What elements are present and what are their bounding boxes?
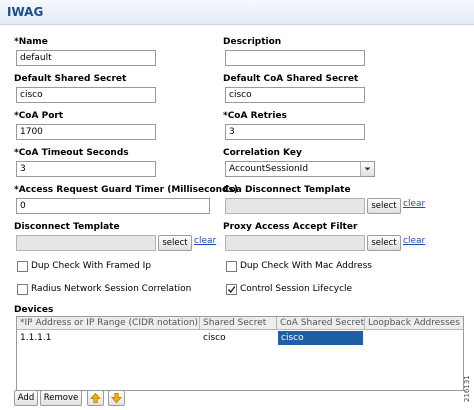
access-request-guard-timer-label: *Access Request Guard Timer (Millisecond… <box>14 185 238 195</box>
coa-retries-label: *CoA Retries <box>223 111 287 121</box>
checkmark-icon <box>227 286 236 294</box>
coa-disconnect-template-input <box>225 198 365 214</box>
default-shared-secret-input[interactable]: cisco <box>16 87 156 103</box>
coa-port-input[interactable]: 1700 <box>16 124 156 140</box>
disconnect-clear-link[interactable]: clear <box>194 236 216 246</box>
coa-retries-input[interactable]: 3 <box>225 124 365 140</box>
default-coa-shared-secret-input[interactable]: cisco <box>225 87 365 103</box>
name-label: *Name <box>14 37 48 47</box>
cell-ip-address[interactable]: 1.1.1.1 <box>17 331 200 345</box>
figure-id: 216131 <box>463 375 471 402</box>
devices-table[interactable]: *IP Address or IP Range (CIDR notation) … <box>16 316 464 391</box>
correlation-key-select[interactable]: AccountSessionId <box>225 161 375 177</box>
dropdown-arrow[interactable] <box>360 162 374 176</box>
column-header-loopback-addresses[interactable]: Loopback Addresses <box>365 317 463 330</box>
default-coa-shared-secret-label: Default CoA Shared Secret <box>223 74 359 84</box>
name-input[interactable]: default <box>16 50 156 66</box>
remove-device-button[interactable]: Remove <box>40 390 82 406</box>
column-header-ip-address[interactable]: *IP Address or IP Range (CIDR notation) <box>17 317 200 330</box>
control-session-lifecycle-label: Control Session Lifecycle <box>240 284 353 294</box>
devices-label: Devices <box>14 305 54 315</box>
dup-check-framed-ip-label: Dup Check With Framed Ip <box>31 261 152 271</box>
column-header-shared-secret[interactable]: Shared Secret <box>200 317 277 330</box>
panel-title: IWAG <box>7 5 44 19</box>
access-request-guard-timer-input[interactable]: 0 <box>16 198 210 214</box>
proxy-access-accept-filter-label: Proxy Access Accept Filter <box>223 222 358 232</box>
move-up-button[interactable] <box>87 390 104 406</box>
correlation-key-value: AccountSessionId <box>229 164 309 174</box>
cell-loopback-addresses[interactable] <box>365 331 463 345</box>
add-device-button[interactable]: Add <box>14 390 38 406</box>
disconnect-select-button[interactable]: select <box>158 235 192 251</box>
column-header-coa-shared-secret[interactable]: CoA Shared Secret <box>277 317 365 330</box>
correlation-key-label: Correlation Key <box>223 148 302 158</box>
coa-timeout-label: *CoA Timeout Seconds <box>14 148 129 158</box>
radius-network-session-correlation-label: Radius Network Session Correlation <box>31 284 192 294</box>
description-input[interactable] <box>225 50 365 66</box>
dup-check-framed-ip-checkbox[interactable] <box>17 261 28 272</box>
proxy-filter-clear-link[interactable]: clear <box>403 236 425 246</box>
coa-disconnect-select-button[interactable]: select <box>367 198 401 214</box>
dup-check-mac-label: Dup Check With Mac Address <box>240 261 372 271</box>
disconnect-template-label: Disconnect Template <box>14 222 120 232</box>
arrow-down-icon <box>111 393 122 404</box>
disconnect-template-input <box>16 235 156 251</box>
move-down-button[interactable] <box>108 390 125 406</box>
coa-disconnect-template-label: Coa Disconnect Template <box>223 185 351 195</box>
cell-shared-secret[interactable]: cisco <box>200 331 277 345</box>
coa-port-label: *CoA Port <box>14 111 64 121</box>
arrow-up-icon <box>90 392 101 403</box>
cell-coa-shared-secret[interactable]: cisco <box>278 331 363 345</box>
control-session-lifecycle-checkbox[interactable] <box>226 284 237 295</box>
dup-check-mac-checkbox[interactable] <box>226 261 237 272</box>
proxy-access-accept-filter-input <box>225 235 365 251</box>
proxy-filter-select-button[interactable]: select <box>367 235 401 251</box>
panel-header: IWAG <box>0 0 474 25</box>
radius-network-session-correlation-checkbox[interactable] <box>17 284 28 295</box>
chevron-down-icon <box>364 167 371 171</box>
description-label: Description <box>223 37 282 47</box>
coa-disconnect-clear-link[interactable]: clear <box>403 199 425 209</box>
coa-timeout-input[interactable]: 3 <box>16 161 156 177</box>
default-shared-secret-label: Default Shared Secret <box>14 74 127 84</box>
